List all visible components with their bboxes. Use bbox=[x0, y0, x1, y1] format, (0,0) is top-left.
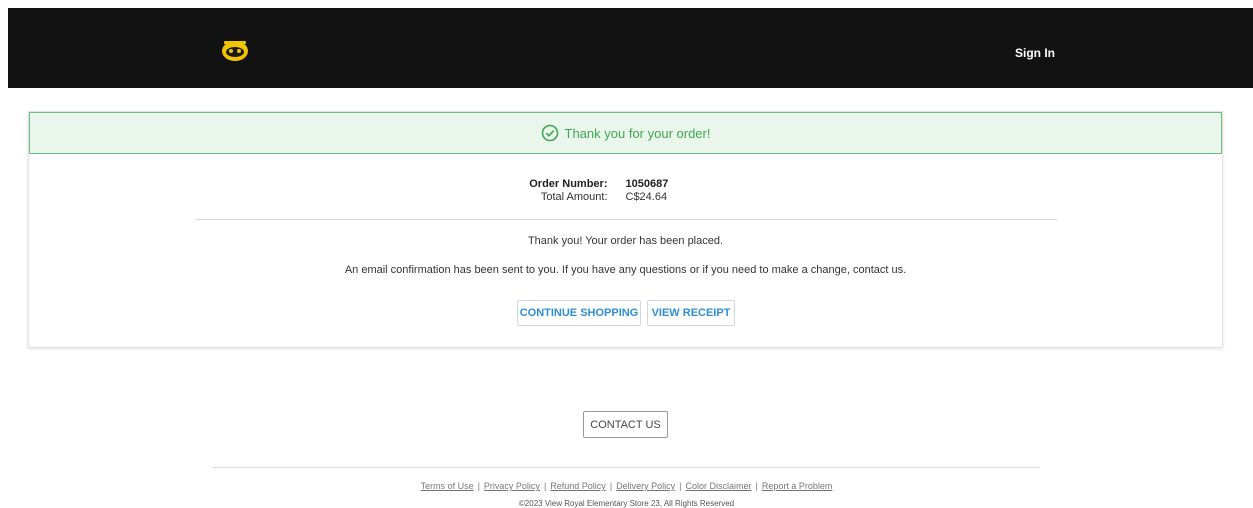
check-circle-icon bbox=[541, 124, 558, 142]
copyright: ©2023 View Royal Elementary Store 23, Al… bbox=[518, 499, 735, 508]
total-amount-value: C$24.64 bbox=[625, 191, 668, 203]
continue-shopping-button[interactable]: CONTINUE SHOPPING bbox=[517, 300, 641, 326]
total-amount-row: Total Amount: C$24.64 bbox=[29, 191, 1222, 204]
divider bbox=[195, 219, 1057, 220]
order-number-value: 1050687 bbox=[625, 178, 669, 190]
raccoon-logo-icon[interactable] bbox=[219, 38, 251, 62]
footer-divider bbox=[212, 467, 1040, 468]
total-amount-label: Total Amount: bbox=[540, 191, 608, 203]
order-summary: Order Number: 1050687 Total Amount: C$24… bbox=[29, 178, 1222, 204]
report-a-problem-link[interactable]: Report a Problem bbox=[762, 481, 833, 491]
order-number-label: Order Number: bbox=[529, 178, 608, 190]
sign-in-link[interactable]: Sign In bbox=[1015, 46, 1055, 60]
contact-us-button[interactable]: CONTACT US bbox=[583, 411, 668, 438]
refund-policy-link[interactable]: Refund Policy bbox=[550, 481, 606, 491]
view-receipt-button[interactable]: VIEW RECEIPT bbox=[647, 300, 735, 326]
success-message: Thank you for your order! bbox=[564, 125, 711, 141]
delivery-policy-link[interactable]: Delivery Policy bbox=[616, 481, 675, 491]
terms-of-use-link[interactable]: Terms of Use bbox=[421, 481, 474, 491]
color-disclaimer-link[interactable]: Color Disclaimer bbox=[686, 481, 752, 491]
success-banner: Thank you for your order! bbox=[29, 112, 1222, 154]
email-confirmation-message: An email confirmation has been sent to y… bbox=[344, 264, 907, 276]
site-header: Sign In bbox=[8, 8, 1253, 88]
footer-links: Terms of Use | Privacy Policy | Refund Polic… bbox=[420, 481, 833, 491]
order-number-row: Order Number: 1050687 bbox=[29, 178, 1222, 191]
order-placed-message: Thank you! Your order has been placed. bbox=[527, 235, 724, 247]
order-confirmation-card: Thank you for your order! Order Number: … bbox=[28, 111, 1223, 348]
privacy-policy-link[interactable]: Privacy Policy bbox=[484, 481, 540, 491]
